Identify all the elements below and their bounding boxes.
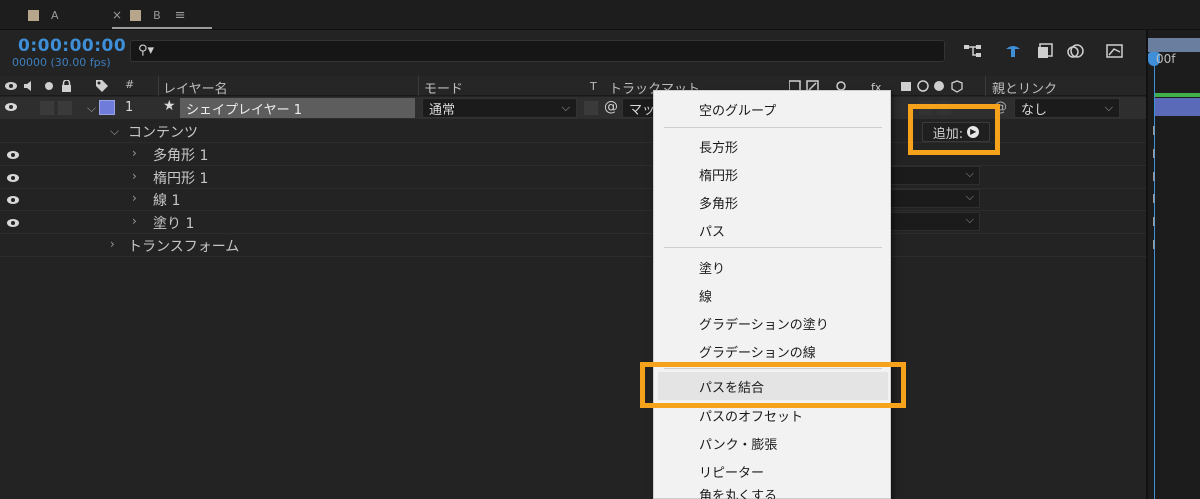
chevron-right-icon[interactable]: › [132, 191, 137, 205]
chevron-down-icon[interactable]: ⌵ [87, 101, 96, 116]
keyframe-marker: I [1152, 238, 1156, 252]
render-bar [1154, 93, 1200, 97]
menu-item-ellipse[interactable]: 楕円形 [654, 160, 890, 188]
lock-switch[interactable] [58, 101, 72, 115]
motion-blur-icon[interactable] [1064, 40, 1086, 62]
frame-rate-display: 00000 (30.00 fps) [12, 56, 111, 69]
index-column-header: # [125, 78, 135, 91]
parent-value: なし [1021, 102, 1048, 118]
row-divider [0, 233, 1146, 234]
menu-item-empty-group[interactable]: 空のグループ [654, 95, 890, 123]
ellipse-item-label[interactable]: 楕円形 1 [153, 168, 208, 188]
tab-a-label: A [51, 8, 59, 22]
close-icon[interactable]: × [112, 8, 122, 22]
draft-3d-icon[interactable] [1002, 40, 1024, 62]
keyframe-marker: I [1152, 215, 1156, 229]
row-divider [0, 256, 1146, 257]
current-time-display[interactable]: 0:00:00:00 [18, 36, 126, 56]
work-area-bar[interactable] [1148, 38, 1200, 52]
menu-item-gradient-stroke[interactable]: グラデーションの線 [654, 337, 890, 365]
tab-a[interactable]: A [28, 0, 59, 30]
eye-icon[interactable] [4, 101, 18, 115]
menu-item-polystar[interactable]: 多角形 [654, 188, 890, 216]
contents-group-label[interactable]: コンテンツ [128, 122, 198, 142]
keyframe-marker: I [1152, 124, 1156, 138]
layer-duration-bar[interactable] [1154, 98, 1200, 116]
eye-icon[interactable] [6, 217, 20, 231]
column-divider [985, 76, 986, 96]
eye-icon[interactable] [6, 172, 20, 186]
label-color-swatch[interactable] [99, 100, 115, 115]
search-input[interactable] [130, 40, 945, 62]
keyframe-marker: I [1152, 147, 1156, 161]
item-mode-dropdown[interactable]: ⌵ [885, 212, 980, 231]
add-button-highlight [908, 104, 1000, 155]
chevron-down-icon: ⌵ [1104, 101, 1113, 114]
row-divider [0, 210, 1146, 211]
graph-editor-icon[interactable] [1104, 40, 1126, 62]
track-matte-value: マッ [629, 102, 656, 118]
chevron-right-icon[interactable]: › [132, 214, 137, 228]
layer-name-field[interactable]: シェイプレイヤー 1 [180, 98, 415, 118]
playhead-line[interactable] [1154, 56, 1155, 499]
chevron-down-icon[interactable]: ⌵ [110, 124, 119, 139]
layer-switch-icon[interactable] [1034, 40, 1056, 62]
solo-switch[interactable] [40, 101, 54, 115]
menu-item-rectangle[interactable]: 長方形 [654, 132, 890, 160]
menu-item-path[interactable]: パス [654, 216, 890, 244]
add-context-menu: 空のグループ 長方形 楕円形 多角形 パス 塗り 線 グラデーションの塗り グラ… [653, 90, 891, 499]
tab-b-label: B [153, 8, 161, 22]
eye-icon[interactable] [6, 194, 20, 208]
tab-b[interactable]: × B ≡ [112, 0, 186, 30]
pickwhip-icon[interactable]: @ [604, 99, 618, 115]
mode-dropdown[interactable]: 通常 ⌵ [422, 98, 577, 118]
chevron-down-icon: ⌵ [561, 101, 570, 114]
chevron-right-icon[interactable]: › [132, 169, 137, 183]
item-mode-dropdown[interactable]: ⌵ [885, 189, 980, 208]
menu-item-pucker-bloat[interactable]: パンク・膨張 [654, 429, 890, 457]
polygon-item-label[interactable]: 多角形 1 [153, 145, 208, 165]
label-tag-icon [95, 79, 109, 97]
keyframe-marker: I [1152, 170, 1156, 184]
menu-separator [664, 127, 882, 128]
chevron-right-icon[interactable]: › [132, 146, 137, 160]
parent-dropdown[interactable]: なし ⌵ [1014, 98, 1120, 118]
panel-menu-icon[interactable]: ≡ [175, 8, 186, 23]
active-tab-underline [112, 27, 212, 29]
fill-item-label[interactable]: 塗り 1 [153, 213, 194, 233]
composition-icon [130, 9, 142, 21]
keyframe-marker: I [1152, 192, 1156, 206]
composition-flowchart-icon[interactable] [962, 40, 984, 62]
column-divider [158, 76, 159, 96]
stroke-item-label[interactable]: 線 1 [153, 190, 180, 210]
menu-item-fill[interactable]: 塗り [654, 253, 890, 281]
menu-item-repeater[interactable]: リピーター [654, 457, 890, 485]
menu-item-gradient-fill[interactable]: グラデーションの塗り [654, 309, 890, 337]
menu-separator [664, 247, 882, 248]
layer-number: 1 [125, 100, 134, 115]
menu-item-round-corners[interactable]: 角を丸くする [654, 485, 890, 499]
timeline-frame-label: 00f [1156, 52, 1176, 66]
search-icon[interactable]: ⚲▾ [138, 43, 154, 58]
preserve-transparency-header: T [590, 80, 597, 93]
item-mode-dropdown[interactable]: ⌵ [885, 166, 980, 185]
layer-name-column-header[interactable]: レイヤー名 [163, 78, 228, 97]
column-divider [418, 76, 419, 96]
merge-paths-highlight [640, 362, 906, 408]
mode-value: 通常 [429, 102, 456, 118]
transform-group-label[interactable]: トランスフォーム [128, 236, 239, 256]
composition-icon [28, 9, 39, 21]
parent-link-column-header: 親とリンク [992, 82, 1058, 97]
eye-icon[interactable] [6, 149, 20, 163]
menu-item-stroke[interactable]: 線 [654, 281, 890, 309]
preserve-transparency-checkbox[interactable] [584, 101, 598, 115]
star-icon: ★ [163, 98, 176, 114]
av-switch-header [4, 79, 76, 97]
chevron-right-icon[interactable]: › [110, 237, 115, 251]
mode-column-header: モード [424, 82, 464, 97]
